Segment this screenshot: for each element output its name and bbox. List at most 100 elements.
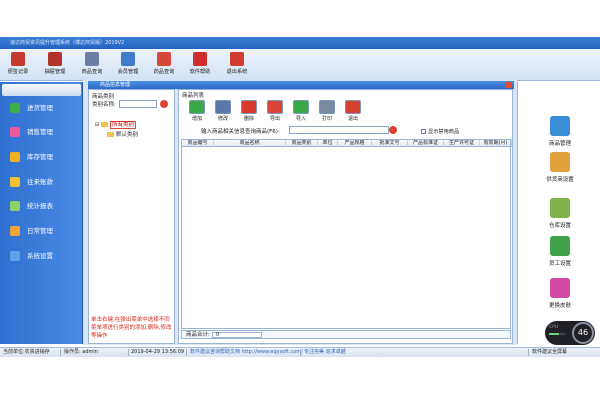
column-header[interactable]: 批准文号 [372, 140, 408, 147]
status-slogan: 专注完美 追求卓越 [304, 349, 346, 355]
action-button-0[interactable]: 增加 [187, 100, 207, 124]
plus-icon [10, 103, 20, 113]
toolbar-button-0[interactable]: 便签记录 [1, 51, 35, 80]
toolbar-button-label: 便签记录 [7, 69, 29, 75]
action-button-6[interactable]: 退出 [343, 100, 363, 124]
category-panel-caption: 商品类别 [92, 94, 115, 100]
toolbar-button-label: 软件帮助 [189, 69, 211, 75]
nav-header [2, 84, 81, 96]
column-header[interactable]: 有效期(月) [480, 140, 512, 147]
nav-item-label: 统计报表 [27, 202, 53, 210]
sales-icon [10, 127, 20, 137]
search-input[interactable] [289, 126, 389, 134]
action-button-3[interactable]: 导出 [265, 100, 285, 124]
toolbar-button-1[interactable]: 抽屉管理 [38, 51, 72, 80]
product-window-title: 商品信息管理 [100, 82, 131, 88]
right-nav-item-0[interactable]: 商品管理 [536, 116, 584, 147]
column-header[interactable]: 商品名称 [214, 140, 286, 147]
close-icon[interactable] [505, 82, 512, 88]
left-nav: 进货管理销售管理库存管理往来账款统计报表日常管理系统设置 [0, 82, 83, 344]
computer-icon [550, 116, 570, 136]
right-nav-label: 商品管理 [548, 141, 571, 147]
nav-item-0[interactable]: 进货管理 [5, 100, 81, 116]
nav-item-label: 进货管理 [27, 104, 53, 112]
nav-item-label: 日常管理 [27, 227, 53, 235]
category-name-input[interactable] [119, 100, 157, 108]
toolbar-button-3[interactable]: 会员管理 [111, 51, 145, 80]
nav-item-label: 往来账款 [27, 178, 53, 186]
staff-icon [550, 236, 570, 256]
chart-icon [10, 201, 20, 211]
toolbar-button-5[interactable]: 软件帮助 [183, 51, 217, 80]
right-nav-item-2[interactable]: 仓库设置 [536, 198, 584, 229]
tree-child-node[interactable]: 默认类别 [107, 130, 138, 138]
money-icon [10, 177, 20, 187]
tree-root-node[interactable]: ⊟ 所有类别 [95, 120, 136, 129]
nav-item-1[interactable]: 销售管理 [5, 124, 81, 140]
grid-header: 商品编号 商品名称 商品类别 单位 产品规格 批准文号 产品标准证 生产许可证 有效期(月) [181, 139, 512, 147]
product-list-panel: 商品列表 增加 修改 删除 导出 导入 打印 退出 输入商品相关信息查询商品(F6): 显示… [178, 89, 513, 344]
action-button-1[interactable]: 修改 [213, 100, 233, 124]
nav-item-3[interactable]: 往来账款 [5, 174, 81, 190]
grid-body[interactable] [181, 147, 511, 329]
category-help-note: 单击右键,在弹出菜单中选择不同菜单项进行类别的添加,删除,修改等操作 [91, 317, 172, 339]
action-button-label: 导出 [269, 116, 280, 122]
toolbar-button-label: 退出系统 [226, 69, 248, 75]
column-header[interactable]: 商品编号 [182, 140, 214, 147]
column-header[interactable]: 产品规格 [338, 140, 372, 147]
action-button-label: 退出 [347, 116, 358, 122]
product-window-title-bar: 商品信息管理 [88, 81, 514, 89]
star-icon [10, 152, 20, 162]
help-icon [193, 52, 207, 66]
nav-item-2[interactable]: 库存管理 [5, 149, 81, 165]
show-disabled-label: 显示禁用商品 [428, 129, 460, 135]
status-site-link[interactable]: 软件建议咨询帮助文档 http://www.eqysoft.com/ [190, 348, 303, 357]
cpu-label: CPU [549, 325, 559, 330]
total-row: 商品合计: 0 [181, 330, 511, 339]
window-title: 速达商贸资讯提升管理系统（博达商贸版）2019V2 [10, 40, 125, 46]
edit-icon [215, 100, 231, 114]
tree-collapse-icon[interactable]: ⊟ [95, 122, 99, 128]
toolbar-button-label: 会员管理 [117, 69, 139, 75]
column-header[interactable]: 单位 [318, 140, 338, 147]
toolbar-button-6[interactable]: 退出系统 [220, 51, 254, 80]
column-header[interactable]: 生产许可证 [444, 140, 480, 147]
column-header[interactable]: 产品标准证 [408, 140, 444, 147]
right-nav-label: 更换皮肤 [548, 303, 571, 309]
product-management-window: 商品信息管理 商品类别 类别名称: ⊟ 所有类别 默认类别 单击右键,在弹出菜单… [83, 80, 517, 345]
category-name-label: 类别名称: [92, 102, 116, 108]
show-disabled-checkbox[interactable]: 显示禁用商品 [421, 128, 459, 135]
power-icon [230, 52, 244, 66]
action-button-5[interactable]: 打印 [317, 100, 337, 124]
action-button-2[interactable]: 删除 [239, 100, 259, 124]
right-nav: 商品管理供货商设置仓库设置员工设置更换皮肤 [517, 82, 600, 344]
right-nav-item-1[interactable]: 供货商设置 [536, 152, 584, 183]
folder-icon [10, 226, 20, 236]
column-header[interactable]: 商品类别 [286, 140, 318, 147]
category-search-icon[interactable] [160, 100, 168, 108]
product-search-icon[interactable] [389, 126, 397, 134]
print-icon [319, 100, 335, 114]
tree-child-label: 默认类别 [116, 132, 139, 138]
nav-item-5[interactable]: 日常管理 [5, 223, 81, 239]
right-nav-item-3[interactable]: 员工设置 [536, 236, 584, 267]
notepad-icon [11, 52, 25, 66]
toolbar-button-4[interactable]: 药品查询 [147, 51, 181, 80]
nav-item-4[interactable]: 统计报表 [5, 198, 81, 214]
delete-icon [241, 100, 257, 114]
exit-icon [345, 100, 361, 114]
status-shop: 当前单位:农资进销存 [3, 349, 50, 355]
checkbox-icon[interactable] [421, 129, 426, 134]
right-nav-item-4[interactable]: 更换皮肤 [536, 278, 584, 309]
window-title-bar: 速达商贸资讯提升管理系统（博达商贸版）2019V2 [0, 37, 600, 49]
toolbar-button-2[interactable]: 商品查询 [75, 51, 109, 80]
status-bar: 当前单位:农资进销存 操作员: admin 2019-04-29 13:56:0… [0, 347, 600, 357]
action-button-label: 修改 [217, 116, 228, 122]
status-divider [186, 349, 187, 356]
cpu-bar-fill [549, 333, 559, 335]
nav-item-6[interactable]: 系统设置 [5, 248, 81, 264]
right-nav-label: 供货商设置 [546, 177, 574, 183]
action-button-4[interactable]: 导入 [291, 100, 311, 124]
medicine-icon [157, 52, 171, 66]
add-icon [189, 100, 205, 114]
